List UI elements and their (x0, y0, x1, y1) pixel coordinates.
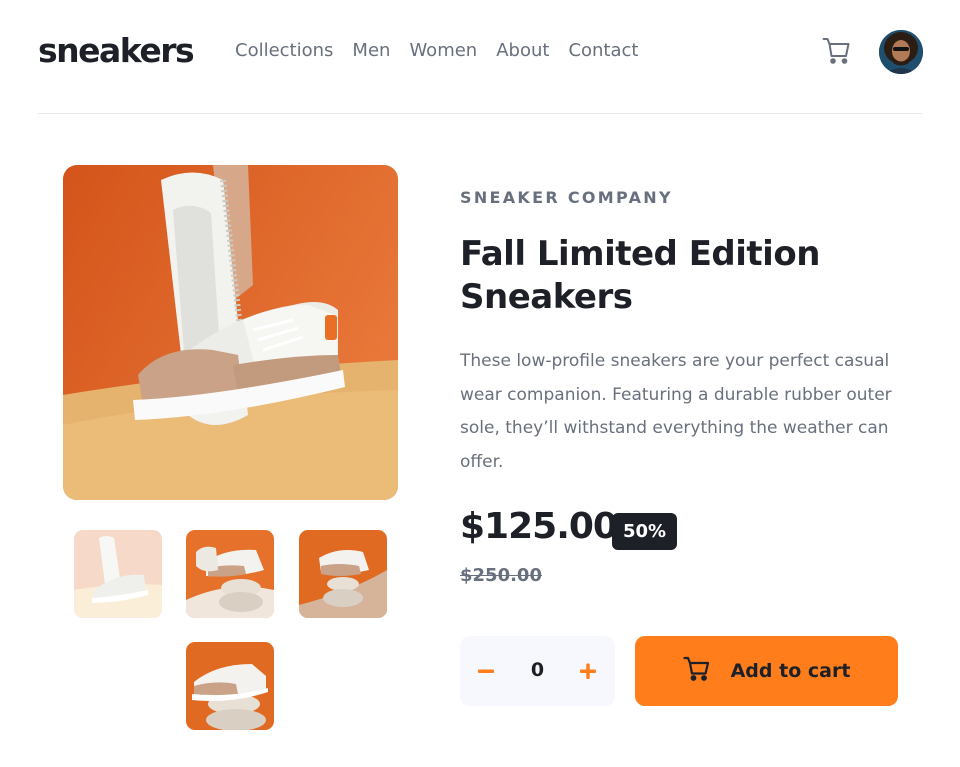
thumbnail-4[interactable] (186, 642, 274, 730)
thumbnail-2[interactable] (186, 530, 274, 618)
nav-link-women[interactable]: Women (409, 40, 477, 61)
add-to-cart-label: Add to cart (730, 660, 851, 682)
company-label: SNEAKER COMPANY (460, 188, 673, 207)
nav-link-contact[interactable]: Contact (568, 40, 638, 61)
original-price: $250.00 (460, 565, 542, 586)
product-main-image[interactable] (63, 165, 398, 500)
discount-badge: 50% (612, 513, 677, 550)
nav-link-men[interactable]: Men (352, 40, 390, 61)
cart-icon (682, 656, 711, 686)
user-avatar[interactable] (879, 30, 923, 74)
add-to-cart-button[interactable]: Add to cart (635, 636, 898, 706)
thumbnail-3[interactable] (299, 530, 387, 618)
quantity-stepper: 0 (460, 636, 615, 706)
nav-link-about[interactable]: About (496, 40, 549, 61)
cart-icon[interactable] (822, 36, 852, 66)
site-header: sneakers Collections Men Women About Con… (38, 0, 923, 114)
current-price: $125.00 (460, 506, 618, 547)
main-nav: Collections Men Women About Contact (235, 40, 638, 61)
product-title: Fall Limited Edition Sneakers (460, 234, 820, 317)
thumbnail-1[interactable] (74, 530, 162, 618)
brand-logo[interactable]: sneakers (38, 31, 195, 70)
plus-icon[interactable] (578, 661, 598, 681)
product-description: These low-profile sneakers are your perf… (460, 351, 892, 472)
nav-link-collections[interactable]: Collections (235, 40, 333, 61)
